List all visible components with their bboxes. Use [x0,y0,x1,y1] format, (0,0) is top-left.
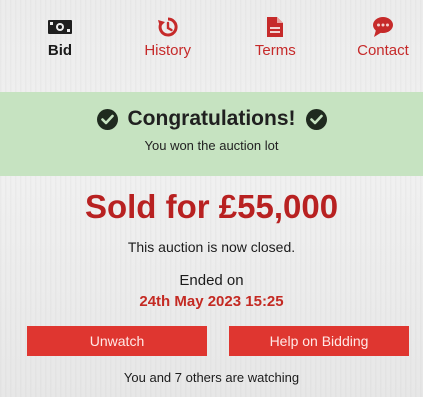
banner-subtitle: You won the auction lot [144,138,279,153]
history-icon [154,14,182,40]
tab-terms[interactable]: Terms [245,14,305,59]
tab-bid[interactable]: Bid [30,14,90,59]
tab-contact-label: Contact [357,42,409,59]
auction-lot-screen: Bid History Terms Contact Congratulation… [0,0,423,397]
ended-label: Ended on [179,272,244,289]
lot-tabs: Bid History Terms Contact [0,0,423,92]
sold-price: Sold for £55,000 [84,188,339,225]
check-circle-icon [96,108,118,130]
chat-bubble-icon [369,14,397,40]
tab-contact[interactable]: Contact [353,14,413,59]
auction-closed-text: This auction is now closed. [127,239,296,255]
check-circle-icon [305,108,327,130]
tab-history[interactable]: History [138,14,198,59]
money-icon [46,14,74,40]
watching-count-text: You and 7 others are watching [123,370,300,385]
banner-title: Congratulations! [127,107,296,130]
banner-title-row: Congratulations! [96,107,327,131]
congratulations-banner: Congratulations! You won the auction lot [0,92,423,176]
tab-bid-label: Bid [47,42,73,59]
unwatch-button[interactable]: Unwatch [27,326,207,356]
tab-terms-label: Terms [254,42,296,59]
document-icon [261,14,289,40]
ended-date: 24th May 2023 15:25 [139,293,284,310]
help-on-bidding-button[interactable]: Help on Bidding [229,326,409,356]
tab-history-label: History [144,42,191,59]
